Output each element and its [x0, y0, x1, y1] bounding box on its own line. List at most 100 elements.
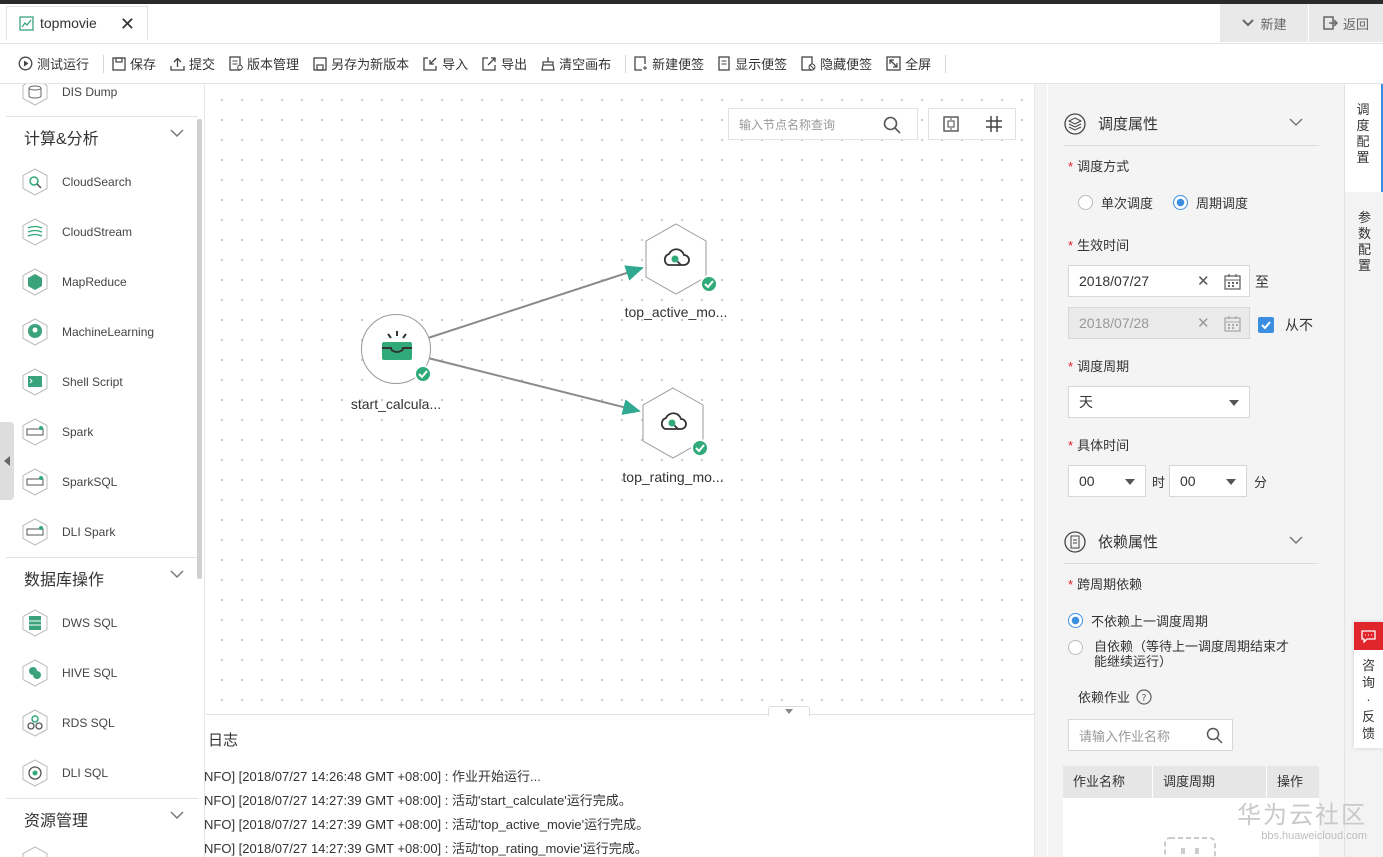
export-label: 导出 — [501, 57, 528, 72]
list-doc-icon — [1064, 530, 1086, 553]
node-item-shell-script[interactable]: Shell Script — [22, 366, 123, 398]
node-item-dws-sql[interactable]: DWS SQL — [22, 607, 117, 639]
log-line: NFO] [2018/07/27 14:27:39 GMT +08:00] : … — [204, 841, 648, 856]
import-button[interactable]: 导入 — [423, 44, 468, 84]
save-icon — [112, 56, 130, 71]
dis-dump-icon — [22, 84, 48, 106]
schedule-period-select[interactable]: 天 — [1068, 386, 1250, 418]
save-as-new-version-button[interactable]: 另存为新版本 — [313, 44, 409, 84]
section-resource-management[interactable]: 资源管理 — [6, 798, 198, 838]
note-hide-icon — [801, 56, 820, 71]
radio-circle — [1173, 195, 1188, 210]
node-item-spark[interactable]: Spark — [22, 416, 93, 448]
radio-single-schedule[interactable]: 单次调度 — [1078, 193, 1153, 212]
editor-toolbar: 测试运行 保存 提交 版本管理 另存为新版本 导入 导出 清空画布 新建便签 显… — [0, 44, 1383, 84]
node-item-dli-sql[interactable]: DLI SQL — [22, 757, 108, 789]
effective-time-label: * 生效时间 — [1068, 238, 1130, 253]
section-title: 资源管理 — [24, 812, 89, 830]
never-checkbox[interactable]: 从不 — [1258, 315, 1313, 335]
show-notes-button[interactable]: 显示便签 — [718, 44, 787, 84]
clear-canvas-button[interactable]: 清空画布 — [541, 44, 611, 84]
sidebar-scrollbar[interactable] — [197, 119, 202, 579]
clear-icon[interactable]: ✕ — [1197, 314, 1210, 332]
submit-button[interactable]: 提交 — [170, 44, 215, 84]
radio-periodic-schedule[interactable]: 周期调度 — [1173, 193, 1248, 212]
properties-panel: 调度属性 * 调度方式 单次调度 周期调度 * 生效时间 2018/07/27 ✕ … — [1048, 84, 1344, 857]
tab-topmovie[interactable]: topmovie ✕ — [6, 6, 148, 41]
node-top-active-movie[interactable] — [643, 223, 718, 295]
test-run-button[interactable]: 测试运行 — [18, 44, 89, 84]
node-item-label: CloudStream — [62, 225, 133, 239]
save-as-icon — [313, 56, 331, 71]
node-item-dis-dump[interactable]: DIS Dump — [22, 84, 117, 108]
node-item-cloudsearch[interactable]: CloudSearch — [22, 166, 131, 198]
start-date-field[interactable]: 2018/07/27 ✕ — [1068, 265, 1250, 297]
node-item-machinelearning[interactable]: MachineLearning — [22, 316, 154, 348]
schedule-properties-header[interactable]: 调度属性 — [1064, 102, 1319, 146]
node-top-rating-movie[interactable] — [640, 387, 709, 459]
terminal-icon — [22, 368, 48, 396]
dependency-properties-header[interactable]: 依赖属性 — [1064, 520, 1319, 564]
dependency-jobs-label: 依赖作业 ? — [1078, 687, 1152, 706]
minute-select[interactable]: 00 — [1169, 465, 1247, 497]
section-database-ops[interactable]: 数据库操作 — [6, 557, 198, 597]
log-toggle-handle[interactable] — [768, 706, 810, 716]
calendar-icon[interactable] — [1224, 315, 1241, 332]
minute-unit: 分 — [1254, 475, 1268, 490]
node-item-hive-sql[interactable]: HIVE SQL — [22, 657, 117, 689]
node-start-calculate[interactable] — [361, 314, 432, 384]
node-item-label: SparkSQL — [62, 475, 118, 489]
tab-schedule-config[interactable]: 调度配置 — [1345, 84, 1383, 192]
clear-icon[interactable]: ✕ — [1197, 272, 1210, 290]
tab-parameter-config[interactable]: 参数配置 — [1345, 192, 1383, 274]
fit-view-icon[interactable] — [942, 116, 959, 132]
import-icon — [423, 56, 442, 71]
export-button[interactable]: 导出 — [482, 44, 527, 84]
help-icon[interactable]: ? — [1136, 688, 1152, 705]
caret-down-icon — [785, 709, 793, 714]
hide-notes-button[interactable]: 隐藏便签 — [801, 44, 872, 84]
fullscreen-button[interactable]: 全屏 — [886, 44, 931, 84]
sidebar-collapse-handle[interactable] — [0, 422, 14, 500]
period-value: 天 — [1079, 394, 1093, 410]
version-manage-button[interactable]: 版本管理 — [229, 44, 299, 84]
save-button[interactable]: 保存 — [112, 44, 156, 84]
back-button[interactable]: 返回 — [1309, 4, 1383, 42]
log-line: NFO] [2018/07/27 14:27:39 GMT +08:00] : … — [204, 793, 632, 808]
radio-label: 自依赖（等待上一调度周期结束才能继续运行） — [1094, 639, 1290, 669]
new-button[interactable]: 新建 — [1220, 4, 1308, 42]
tab-close-icon[interactable]: ✕ — [120, 14, 135, 35]
feedback-button[interactable]: 咨询·反馈 — [1354, 622, 1383, 748]
column-header: 操作 — [1277, 774, 1304, 789]
canvas-right-scrollbar[interactable] — [1034, 84, 1047, 857]
calendar-icon[interactable] — [1224, 273, 1241, 290]
success-check-icon — [414, 365, 432, 383]
column-header: 调度周期 — [1153, 766, 1267, 798]
node-search-input[interactable]: 输入节点名称查询 — [728, 108, 918, 140]
end-date-field[interactable]: 2018/07/28 ✕ — [1068, 307, 1250, 339]
cross-period-label: * 跨周期依赖 — [1068, 577, 1143, 592]
workflow-canvas[interactable]: start_calcula... top_active_mo... top_ra… — [206, 84, 1034, 714]
radio-no-dependency[interactable]: 不依赖上一调度周期 — [1068, 611, 1208, 630]
node-item-label: Spark — [62, 425, 94, 439]
new-note-button[interactable]: 新建便签 — [634, 44, 704, 84]
note-icon — [718, 56, 735, 71]
dependency-job-search-input[interactable]: 请输入作业名称 — [1068, 719, 1233, 751]
cloudsearch-icon — [22, 168, 48, 196]
brain-icon — [22, 318, 48, 346]
node-item-mapreduce[interactable]: MapReduce — [22, 266, 127, 298]
node-item-cloudstream[interactable]: CloudStream — [22, 216, 132, 248]
caret-down-icon — [1226, 479, 1236, 485]
resource-icon — [22, 846, 48, 857]
grid-icon[interactable] — [985, 116, 1002, 132]
hour-select[interactable]: 00 — [1068, 465, 1146, 497]
note-add-icon — [634, 56, 652, 71]
node-item-resource[interactable] — [22, 844, 48, 857]
success-check-icon — [700, 275, 718, 293]
section-compute-analysis[interactable]: 计算&分析 — [6, 116, 198, 156]
node-item-dli-spark[interactable]: DLI Spark — [22, 516, 115, 548]
search-icon[interactable] — [1206, 727, 1223, 744]
node-item-rds-sql[interactable]: RDS SQL — [22, 707, 115, 739]
section-title: 依赖属性 — [1098, 534, 1159, 551]
node-item-sparksql[interactable]: SparkSQL — [22, 466, 117, 498]
